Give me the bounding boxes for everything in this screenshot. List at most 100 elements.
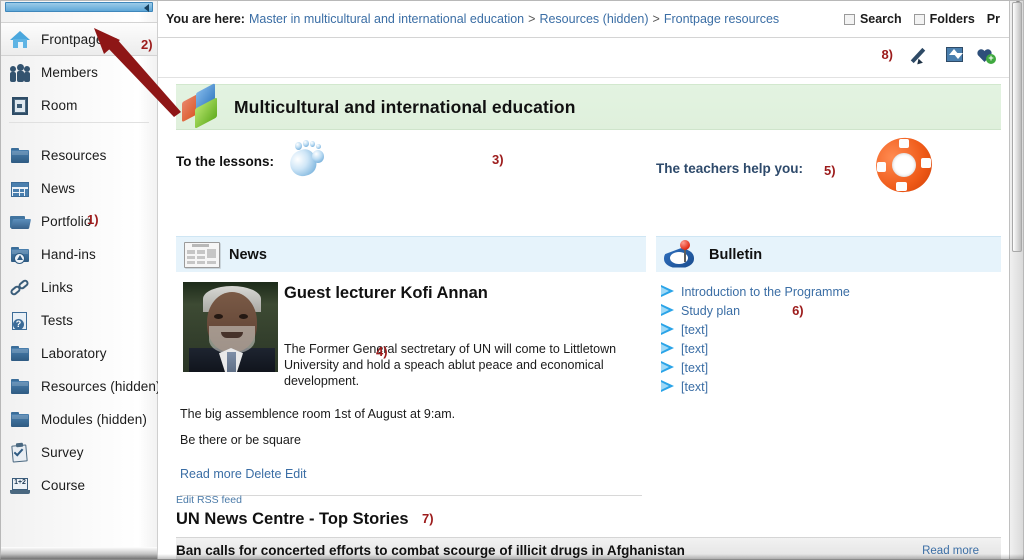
image-resize-icon[interactable]	[945, 45, 965, 65]
bulletin-panel-header: Bulletin	[656, 236, 1001, 272]
list-item[interactable]: Study plan 6)	[660, 301, 1001, 320]
pencil-icon[interactable]	[910, 45, 934, 67]
annotation-arrow-icon	[94, 28, 181, 117]
arrow-right-icon	[660, 342, 676, 355]
sidebar-item-label: Room	[41, 98, 78, 113]
article-paragraph-3: Be there or be square	[180, 433, 301, 447]
sidebar-item-label: News	[41, 181, 76, 196]
puzzle-pieces-icon	[182, 82, 224, 129]
bulletin-list: Introduction to the Programme Study plan…	[656, 272, 1001, 396]
bulletin-panel-title: Bulletin	[709, 246, 763, 263]
breadcrumb-separator: >	[528, 11, 536, 26]
course-banner: Multicultural and international educatio…	[176, 82, 1001, 130]
arrow-right-icon	[660, 285, 676, 298]
breadcrumb-separator: >	[652, 11, 660, 26]
breadcrumb-crumb-1[interactable]: Resources (hidden)	[539, 12, 648, 26]
sidebar-divider	[9, 122, 149, 123]
rss-feed: Edit RSS feed UN News Centre - Top Stori…	[176, 494, 1001, 560]
scrollbar-thumb[interactable]	[1012, 2, 1022, 252]
sidebar-item-laboratory[interactable]: Laboratory	[0, 337, 157, 370]
breadcrumb-options: Search Folders Pr	[832, 0, 1000, 38]
annotation-marker-1: 1)	[87, 212, 99, 227]
breadcrumb: You are here: Master in multicultural an…	[158, 0, 1018, 38]
article-edit-link[interactable]: Edit	[285, 467, 307, 481]
chain-link-icon	[9, 277, 31, 299]
content-toolbar: 8) +	[158, 38, 1018, 78]
article-headline[interactable]: Guest lecturer Kofi Annan	[284, 282, 646, 303]
rss-read-more-link[interactable]: Read more	[922, 545, 979, 557]
article-delete-link[interactable]: Delete	[245, 467, 281, 481]
article-read-more-link[interactable]: Read more	[180, 467, 242, 481]
folder-icon	[9, 145, 31, 167]
breadcrumb-crumb-2[interactable]: Frontpage resources	[664, 12, 779, 26]
checkbox-box-icon[interactable]	[843, 13, 855, 25]
article-photo	[183, 282, 278, 372]
list-item[interactable]: [text]	[660, 339, 1001, 358]
sidebar-item-links[interactable]: Links	[0, 271, 157, 304]
folders-checkbox[interactable]: Folders	[913, 12, 975, 26]
news-panel: News Guest lecturer Kofi Annan 4) The Fo…	[176, 236, 646, 496]
footprint-icon[interactable]	[286, 140, 328, 180]
arrow-right-icon	[660, 380, 676, 393]
list-item[interactable]: Introduction to the Programme	[660, 282, 1001, 301]
annotation-marker-8: 8)	[881, 47, 893, 62]
document-question-icon: ?	[9, 310, 31, 332]
sidebar-horizontal-scrollbar[interactable]	[5, 2, 153, 12]
sidebar-item-resources[interactable]: Resources	[0, 139, 157, 172]
rss-headline[interactable]: Ban calls for concerted efforts to comba…	[176, 543, 685, 558]
main-content: You are here: Master in multicultural an…	[158, 0, 1018, 560]
arrow-right-icon	[660, 304, 676, 317]
sidebar-item-tests[interactable]: ? Tests	[0, 304, 157, 337]
article-lede: The Former General sectretary of UN will…	[284, 342, 617, 388]
sidebar-item-label: Portfolio	[41, 214, 92, 229]
list-item[interactable]: [text]	[660, 358, 1001, 377]
annotation-marker-2: 2)	[141, 37, 153, 52]
list-item[interactable]: [text]	[660, 320, 1001, 339]
lifebuoy-icon[interactable]	[868, 130, 940, 200]
rss-headline-row[interactable]: Ban calls for concerted efforts to comba…	[176, 537, 1001, 560]
sidebar-item-survey[interactable]: Survey	[0, 436, 157, 469]
sidebar-item-course[interactable]: 1+2 Course	[0, 469, 157, 502]
sidebar-item-news[interactable]: News	[0, 172, 157, 205]
sidebar-item-label: Survey	[41, 445, 84, 460]
news-panel-title: News	[229, 246, 267, 263]
sidebar-item-label: Laboratory	[41, 346, 107, 361]
folder-upload-icon	[9, 244, 31, 266]
clipboard-check-icon	[9, 442, 31, 464]
annotation-marker-4: 4)	[376, 344, 388, 359]
news-article: Guest lecturer Kofi Annan 4) The Former …	[176, 272, 646, 496]
sidebar-item-label: Resources (hidden)	[41, 379, 161, 394]
folder-icon	[9, 376, 31, 398]
edit-rss-feed-link[interactable]: Edit RSS feed	[176, 494, 1001, 506]
bulletin-item-label: [text]	[681, 379, 709, 394]
folders-checkbox-label: Folders	[929, 12, 975, 26]
article-paragraph-2: The big assemblence room 1st of August a…	[180, 407, 456, 421]
annotation-marker-3: 3)	[492, 152, 504, 167]
door-icon	[9, 95, 31, 117]
arrow-right-icon	[660, 323, 676, 336]
annotation-marker-6: 6)	[792, 303, 804, 318]
sidebar-item-label: Hand-ins	[41, 247, 96, 262]
sidebar-group-modules: Resources News Portfolio 1) Hand-ins Lin…	[0, 139, 161, 502]
teachers-shortcut-label: The teachers help you:	[656, 161, 804, 176]
heart-add-icon[interactable]: +	[976, 45, 996, 65]
checkbox-box-icon[interactable]	[913, 13, 925, 25]
annotation-marker-7: 7)	[422, 511, 434, 526]
sidebar-item-hand-ins[interactable]: Hand-ins	[0, 238, 157, 271]
vertical-scrollbar[interactable]	[1009, 0, 1024, 560]
truncated-option-label[interactable]: Pr	[987, 12, 1000, 26]
sidebar-item-portfolio[interactable]: Portfolio 1)	[0, 205, 157, 238]
sidebar-item-label: Resources	[41, 148, 107, 163]
article-actions: Read more Delete Edit	[180, 467, 646, 481]
news-grid-icon	[9, 178, 31, 200]
sidebar-item-modules-hidden[interactable]: Modules (hidden)	[0, 403, 157, 436]
bulletin-item-label: Study plan	[681, 303, 741, 318]
scroll-left-arrow-icon[interactable]	[144, 4, 149, 12]
search-checkbox[interactable]: Search	[843, 12, 902, 26]
breadcrumb-crumb-0[interactable]: Master in multicultural and internationa…	[249, 12, 524, 26]
list-item[interactable]: [text]	[660, 377, 1001, 396]
sidebar-item-resources-hidden[interactable]: Resources (hidden)	[0, 370, 161, 403]
folder-icon	[9, 343, 31, 365]
sidebar-bottom-edge	[0, 547, 157, 560]
news-panel-header: News	[176, 236, 646, 272]
